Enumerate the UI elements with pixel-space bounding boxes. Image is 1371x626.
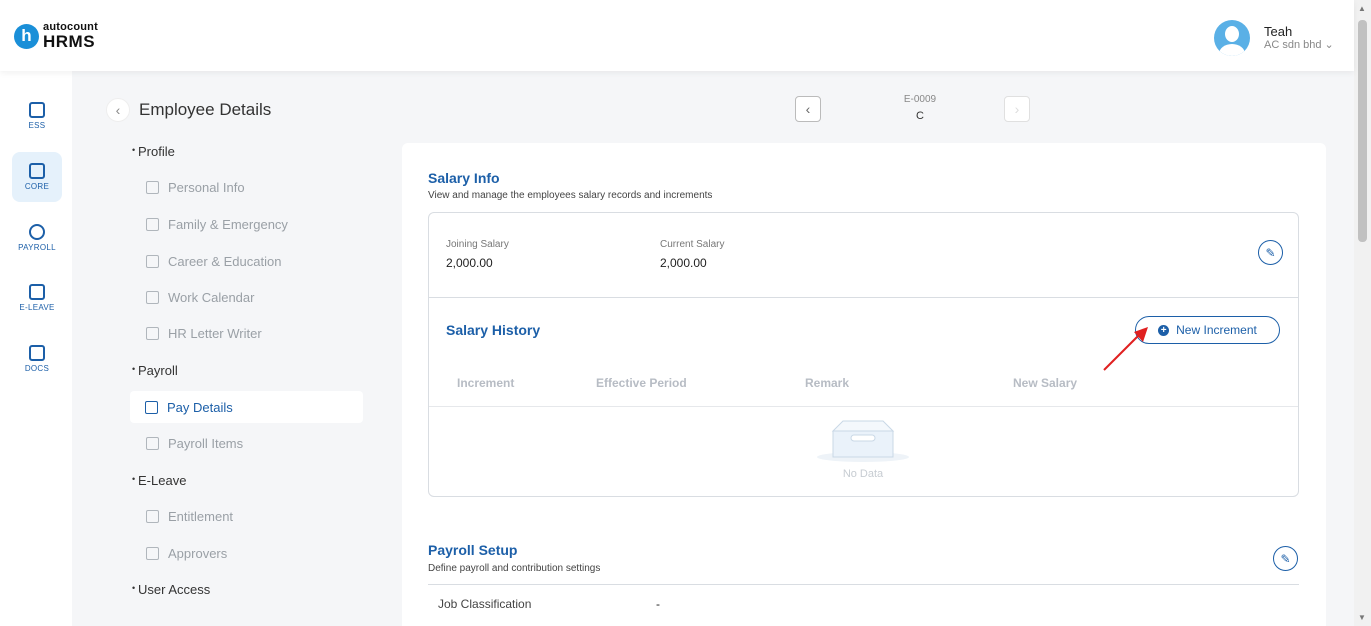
payroll-icon [29, 224, 45, 240]
payroll-setup-title: Payroll Setup [428, 542, 518, 558]
nav-item-pay-details[interactable]: Pay Details [130, 391, 363, 423]
avatar [1214, 20, 1250, 56]
user-menu[interactable]: Teah AC sdn bhd ⌄ [1214, 20, 1334, 56]
next-employee-button[interactable]: › [1004, 96, 1030, 122]
logo-h-icon: h [14, 23, 39, 49]
rail-item-payroll[interactable]: PAYROLL [12, 213, 62, 263]
job-classification-label: Job Classification [438, 597, 532, 611]
family-icon [146, 218, 159, 231]
bank-icon [145, 400, 158, 414]
letter-icon [146, 327, 159, 340]
logo-product: HRMS [43, 32, 96, 51]
autocount-hrms-logo[interactable]: h autocount HRMS [14, 22, 98, 50]
rail-item-eleave[interactable]: E-LEAVE [12, 273, 62, 323]
column-header-increment[interactable]: Increment [457, 376, 514, 390]
nav-item-hr-letter-writer[interactable]: HR Letter Writer [146, 326, 262, 341]
column-header-effective-period[interactable]: Effective Period [596, 376, 687, 390]
nav-item-entitlement[interactable]: Entitlement [146, 509, 233, 524]
calendar-icon [146, 291, 159, 304]
nav-section-eleave: E-Leave [132, 473, 186, 488]
pencil-icon: ✎ [1265, 245, 1276, 260]
rail-item-ess[interactable]: ESS [12, 91, 62, 141]
rail-item-core[interactable]: CORE [12, 152, 62, 202]
nav-item-family-emergency[interactable]: Family & Emergency [146, 217, 288, 232]
edit-payroll-setup-button[interactable]: ✎ [1273, 546, 1298, 571]
docs-icon [29, 345, 45, 361]
plus-circle-icon: + [1158, 324, 1170, 336]
career-icon [146, 255, 159, 268]
current-salary-value: 2,000.00 [660, 256, 707, 270]
divider [429, 297, 1298, 298]
job-classification-value: - [656, 597, 660, 611]
salary-info-title: Salary Info [428, 170, 500, 186]
nav-item-approvers[interactable]: Approvers [146, 546, 227, 561]
rail-item-docs[interactable]: DOCS [12, 334, 62, 384]
no-data-text: No Data [842, 468, 884, 480]
chevron-left-icon: ‹ [115, 102, 121, 118]
nav-section-payroll: Payroll [132, 363, 178, 378]
page-scrollbar[interactable]: ▲ ▼ [1354, 0, 1371, 626]
nav-item-work-calendar[interactable]: Work Calendar [146, 290, 254, 305]
page-title: Employee Details [139, 100, 272, 119]
core-icon [29, 163, 45, 179]
nav-item-payroll-items[interactable]: Payroll Items [146, 436, 243, 451]
module-rail: ESS CORE PAYROLL E-LEAVE DOCS [0, 71, 72, 626]
payroll-setup-subtitle: Define payroll and contribution settings [428, 563, 601, 574]
subnav-header: ‹ Employee Details [106, 98, 271, 122]
previous-employee-button[interactable]: ‹ [795, 96, 821, 122]
scroll-down-arrow-icon[interactable]: ▼ [1358, 613, 1366, 622]
empty-box-icon [817, 420, 909, 462]
scroll-up-arrow-icon[interactable]: ▲ [1358, 4, 1366, 13]
joining-salary-value: 2,000.00 [446, 256, 493, 270]
edit-salary-button[interactable]: ✎ [1258, 240, 1283, 265]
column-header-remark[interactable]: Remark [805, 376, 849, 390]
user-name: Teah [1264, 23, 1293, 39]
nav-section-user-access: User Access [132, 582, 210, 597]
payroll-setup-divider [428, 584, 1299, 585]
nav-section-profile: Profile [132, 144, 175, 159]
chevron-right-icon: › [1014, 101, 1020, 117]
nav-item-personal-info[interactable]: Personal Info [146, 180, 245, 195]
id-card-icon [146, 181, 159, 194]
joining-salary-label: Joining Salary [446, 239, 509, 250]
employee-code: E-0009 [903, 94, 937, 105]
top-bar: h autocount HRMS Teah AC sdn bhd ⌄ [0, 0, 1354, 71]
column-header-new-salary[interactable]: New Salary [1013, 376, 1077, 390]
table-header-divider [429, 406, 1298, 407]
checkbox-icon [146, 510, 159, 523]
back-button[interactable]: ‹ [106, 98, 130, 122]
nav-item-career-education[interactable]: Career & Education [146, 254, 281, 269]
user-icon [146, 547, 159, 560]
salary-history-title: Salary History [446, 322, 541, 338]
chevron-left-icon: ‹ [805, 101, 811, 117]
chevron-down-icon: ⌄ [1324, 39, 1334, 52]
annotation-arrow [1103, 327, 1148, 371]
scroll-thumb[interactable] [1358, 20, 1367, 242]
pencil-icon: ✎ [1280, 551, 1291, 566]
payroll-items-icon [146, 437, 159, 450]
calendar-icon [29, 284, 45, 300]
company-selector[interactable]: AC sdn bhd ⌄ [1264, 39, 1334, 52]
current-salary-label: Current Salary [660, 239, 725, 250]
employee-name: C [916, 110, 924, 122]
salary-info-subtitle: View and manage the employees salary rec… [428, 190, 713, 201]
ess-icon [29, 102, 45, 118]
